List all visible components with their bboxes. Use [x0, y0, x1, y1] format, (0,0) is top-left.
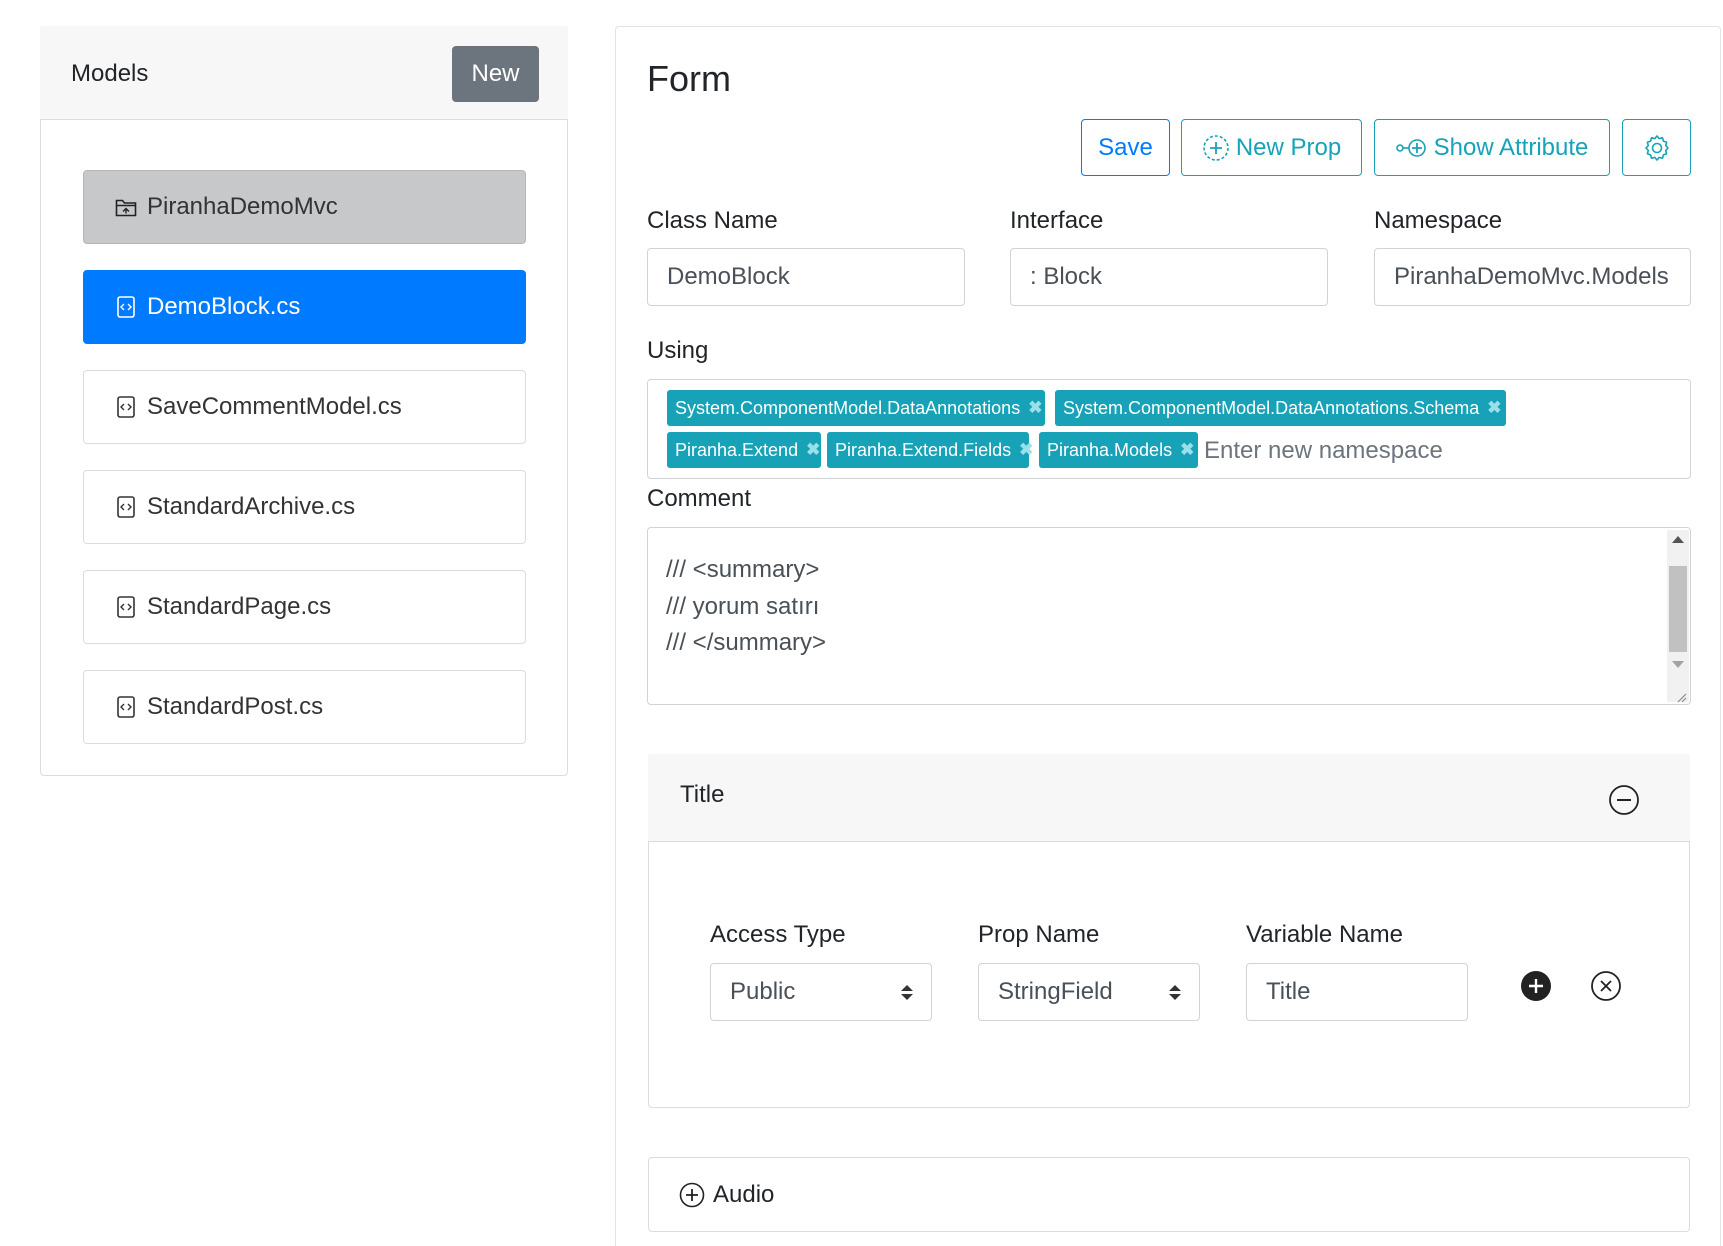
model-item[interactable]: StandardPage.cs [83, 570, 526, 644]
remove-tag-icon[interactable]: ✖ [1019, 440, 1033, 460]
model-item-label: PiranhaDemoMvc [147, 193, 338, 220]
code-file-icon [115, 296, 137, 318]
class-name-label: Class Name [647, 207, 778, 234]
tag-label: Piranha.Extend.Fields [835, 439, 1012, 460]
variable-name-value: Title [1266, 978, 1311, 1005]
comment-line: /// <summary> [666, 556, 820, 583]
model-item-folder[interactable]: PiranhaDemoMvc [83, 170, 526, 244]
namespace-tag: Piranha.Extend.Fields ✖ [827, 432, 1033, 468]
comment-scrollbar-thumb[interactable] [1669, 566, 1687, 652]
tag-label: Piranha.Extend [675, 439, 799, 460]
select-arrows-icon [1169, 984, 1181, 1000]
property-card-header[interactable] [648, 754, 1690, 842]
namespace-tag: System.ComponentModel.DataAnnotations.Sc… [1055, 390, 1506, 426]
remove-tag-icon[interactable]: ✖ [1180, 440, 1194, 460]
settings-button[interactable] [1622, 119, 1691, 176]
select-arrows-icon [901, 984, 913, 1000]
namespace-tag: System.ComponentModel.DataAnnotations ✖ [667, 390, 1045, 426]
prop-name-value: StringField [998, 978, 1113, 1005]
prop-name-select[interactable]: StringField [978, 963, 1200, 1021]
access-type-label: Access Type [710, 921, 846, 948]
show-attribute-label: Show Attribute [1433, 133, 1589, 161]
scroll-down-arrow-icon[interactable] [1672, 661, 1684, 668]
property-card-collapsed[interactable]: Audio [648, 1157, 1690, 1232]
property-title: Title [680, 781, 725, 808]
tag-label: System.ComponentModel.DataAnnotations [675, 397, 1021, 418]
namespace-tag: Piranha.Models ✖ [1039, 432, 1198, 468]
code-file-icon [115, 496, 137, 518]
model-item[interactable]: StandardPost.cs [83, 670, 526, 744]
tag-label: Piranha.Models [1047, 439, 1173, 460]
interface-label: Interface [1010, 207, 1104, 234]
variable-name-label: Variable Name [1246, 921, 1403, 948]
model-item-label: StandardPost.cs [147, 693, 324, 720]
access-type-select[interactable]: Public [710, 963, 932, 1021]
remove-property-icon[interactable] [1590, 970, 1622, 1007]
models-title: Models [71, 60, 149, 87]
namespace-input[interactable]: PiranhaDemoMvc.Models [1374, 248, 1691, 306]
scroll-up-arrow-icon[interactable] [1672, 536, 1684, 543]
folder-icon [115, 196, 137, 218]
show-attribute-button[interactable]: Show Attribute [1374, 119, 1610, 176]
new-namespace-input[interactable]: Enter new namespace [1204, 437, 1443, 465]
new-model-button[interactable]: New [452, 46, 539, 102]
expand-plus-icon[interactable] [679, 1182, 705, 1208]
class-name-input[interactable]: DemoBlock [647, 248, 965, 306]
model-item-label: DemoBlock.cs [147, 293, 301, 320]
plus-circle-icon [1203, 134, 1229, 161]
namespace-tag: Piranha.Extend ✖ [667, 432, 821, 468]
new-prop-button[interactable]: New Prop [1181, 119, 1362, 176]
tag-label: System.ComponentModel.DataAnnotations.Sc… [1063, 397, 1480, 418]
gear-icon [1644, 134, 1669, 161]
prop-name-label: Prop Name [978, 921, 1100, 948]
code-file-icon [115, 596, 137, 618]
interface-value: : Block [1030, 263, 1103, 290]
model-item-label: StandardPage.cs [147, 593, 332, 620]
add-attribute-icon[interactable] [1520, 970, 1552, 1007]
comment-line: /// yorum satırı [666, 593, 820, 620]
comment-label: Comment [647, 485, 752, 512]
model-item[interactable]: SaveCommentModel.cs [83, 370, 526, 444]
interface-input[interactable]: : Block [1010, 248, 1328, 306]
model-item-active[interactable]: DemoBlock.cs [83, 270, 526, 344]
code-file-icon [115, 396, 137, 418]
using-label: Using [647, 337, 709, 364]
node-plus-icon [1395, 138, 1426, 157]
remove-tag-icon[interactable]: ✖ [1028, 398, 1042, 418]
save-button-label: Save [1098, 133, 1153, 161]
save-button[interactable]: Save [1081, 119, 1170, 176]
comment-line: /// </summary> [666, 629, 827, 656]
namespace-label: Namespace [1374, 207, 1503, 234]
new-prop-label: New Prop [1235, 133, 1342, 161]
access-type-value: Public [730, 978, 796, 1005]
namespace-value: PiranhaDemoMvc.Models [1394, 263, 1669, 290]
remove-tag-icon[interactable]: ✖ [1487, 398, 1501, 418]
variable-name-input[interactable]: Title [1246, 963, 1468, 1021]
code-file-icon [115, 696, 137, 718]
property-title: Audio [713, 1180, 775, 1208]
model-item-label: StandardArchive.cs [147, 493, 356, 520]
model-item[interactable]: StandardArchive.cs [83, 470, 526, 544]
remove-tag-icon[interactable]: ✖ [806, 440, 820, 460]
collapse-minus-icon[interactable] [1608, 784, 1640, 821]
class-name-value: DemoBlock [667, 263, 790, 290]
model-item-label: SaveCommentModel.cs [147, 393, 402, 420]
form-title: Form [647, 58, 731, 99]
resize-grip-icon[interactable] [1675, 690, 1687, 703]
